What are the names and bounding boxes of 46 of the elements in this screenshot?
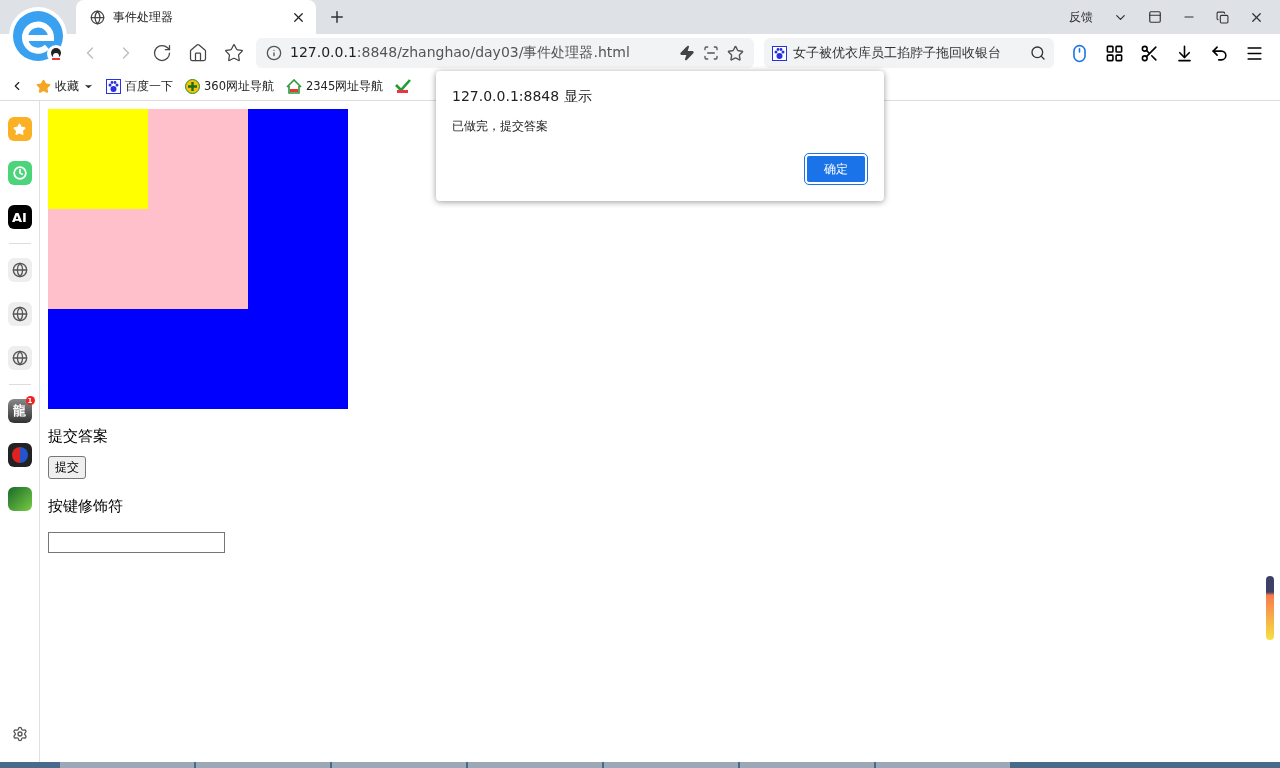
ok-button[interactable]: 确定 — [805, 154, 867, 184]
lightning-icon[interactable] — [679, 45, 695, 61]
star-icon[interactable] — [727, 44, 744, 62]
info-icon[interactable] — [266, 45, 282, 61]
feedback-link[interactable]: 反馈 — [1069, 8, 1093, 26]
orb-app-icon[interactable] — [7, 443, 32, 467]
undo-icon[interactable] — [1210, 43, 1229, 63]
paw-icon — [106, 78, 121, 94]
restore-icon[interactable] — [1216, 10, 1229, 24]
bookmark-link[interactable]: 百度一下 — [125, 78, 173, 94]
reload-icon[interactable] — [152, 43, 172, 63]
house-icon — [285, 78, 302, 94]
plus-circle-icon — [185, 78, 200, 94]
globe-icon[interactable] — [7, 302, 32, 326]
panel-icon[interactable] — [1148, 10, 1162, 24]
bookmark-link[interactable]: 收藏 — [55, 78, 79, 94]
heading-text: 提交答案 — [48, 427, 109, 446]
bookmark-link[interactable]: 360网址导航 — [204, 78, 274, 94]
submit-button[interactable]: 提交 — [48, 456, 86, 479]
scan-icon[interactable] — [703, 45, 719, 61]
globe-icon — [90, 9, 105, 25]
mouse-icon[interactable] — [1070, 43, 1089, 63]
heading-text: 按键修饰符 — [48, 497, 124, 516]
paw-icon — [772, 45, 787, 61]
search-icon[interactable] — [1030, 45, 1046, 61]
search-field[interactable]: 女子被优衣库员工掐脖子拖回收银台 — [764, 38, 1054, 68]
browser-tab[interactable]: 事件处理器 — [76, 0, 316, 34]
settings-icon[interactable] — [11, 726, 28, 742]
globe-icon[interactable] — [7, 346, 32, 370]
favorites-icon[interactable] — [224, 43, 244, 63]
gauge-icon — [1266, 576, 1274, 640]
globe-icon[interactable] — [7, 258, 32, 282]
new-tab-icon[interactable] — [328, 8, 346, 26]
check-icon — [395, 78, 412, 94]
dialog-message: 已做完，提交答案 — [452, 118, 549, 135]
address-bar[interactable]: 127.0.0.1:8848/zhanghao/day03/事件处理器.html — [256, 38, 754, 68]
bookmark-link[interactable]: 2345网址导航 — [305, 78, 384, 94]
scissors-icon[interactable] — [1140, 43, 1159, 63]
input-field[interactable] — [48, 532, 225, 553]
star-icon — [36, 78, 51, 94]
dialog-title: 127.0.0.1:8848 显示 — [452, 88, 593, 106]
ai-app-button[interactable]: AI — [7, 205, 32, 229]
home-icon[interactable] — [188, 43, 208, 63]
grid-icon[interactable] — [1105, 43, 1124, 63]
download-icon[interactable] — [1175, 43, 1194, 63]
game-app-icon[interactable] — [7, 487, 32, 511]
